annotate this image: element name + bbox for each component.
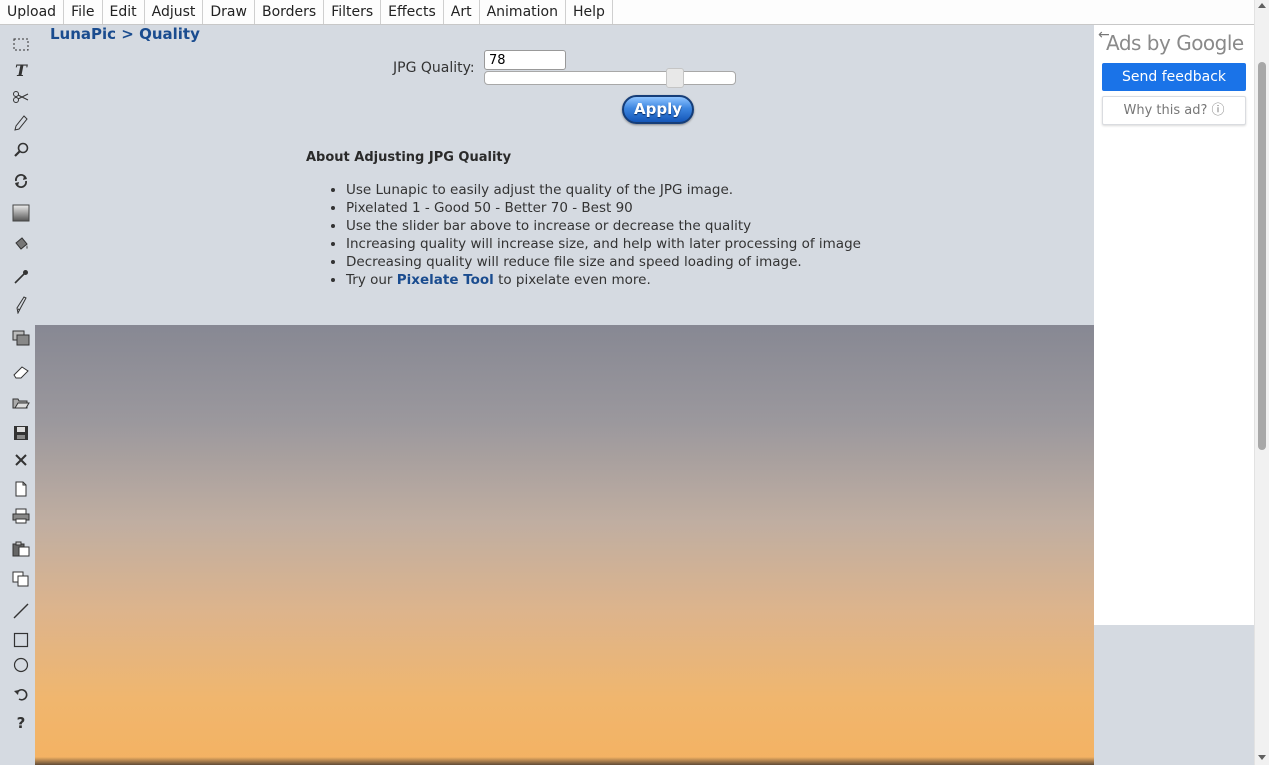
menu-borders[interactable]: Borders bbox=[255, 0, 325, 24]
copy-icon[interactable] bbox=[9, 567, 33, 591]
list-item: Use the slider bar above to increase or … bbox=[346, 217, 861, 235]
menu-draw[interactable]: Draw bbox=[203, 0, 255, 24]
layers-icon[interactable] bbox=[9, 326, 33, 350]
menu-help[interactable]: Help bbox=[566, 0, 613, 24]
zoom-icon[interactable] bbox=[9, 138, 33, 162]
scroll-up-arrow-icon[interactable] bbox=[1258, 3, 1266, 8]
menu-file[interactable]: File bbox=[64, 0, 103, 24]
list-item: Increasing quality will increase size, a… bbox=[346, 235, 861, 253]
brush-icon[interactable] bbox=[9, 293, 33, 317]
new-page-icon[interactable] bbox=[9, 477, 33, 501]
line-icon[interactable] bbox=[9, 599, 33, 623]
scroll-down-arrow-icon[interactable] bbox=[1258, 755, 1266, 760]
menu-effects[interactable]: Effects bbox=[381, 0, 444, 24]
apply-button[interactable]: Apply bbox=[622, 95, 694, 124]
about-list: Use Lunapic to easily adjust the quality… bbox=[306, 181, 861, 289]
eyedropper-icon[interactable] bbox=[9, 265, 33, 289]
select-rectangle-icon[interactable] bbox=[9, 33, 33, 57]
svg-text:T: T bbox=[15, 62, 28, 78]
scissors-icon[interactable] bbox=[9, 85, 33, 109]
jpg-quality-input[interactable] bbox=[484, 50, 566, 70]
menu-filters[interactable]: Filters bbox=[324, 0, 382, 24]
circle-icon[interactable] bbox=[9, 653, 33, 677]
menu-art[interactable]: Art bbox=[444, 0, 480, 24]
print-icon[interactable] bbox=[9, 504, 33, 528]
close-icon[interactable] bbox=[9, 448, 33, 472]
menu-adjust[interactable]: Adjust bbox=[145, 0, 204, 24]
menu-upload[interactable]: Upload bbox=[0, 0, 65, 24]
image-horizon bbox=[35, 757, 1094, 765]
right-panel-background bbox=[1094, 625, 1254, 765]
help-icon[interactable]: ? bbox=[9, 711, 33, 735]
gradient-icon[interactable] bbox=[9, 201, 33, 225]
list-item: Try our Pixelate Tool to pixelate even m… bbox=[346, 271, 861, 289]
rectangle-icon[interactable] bbox=[9, 628, 33, 652]
quality-slider[interactable] bbox=[484, 68, 736, 88]
list-item: Decreasing quality will reduce file size… bbox=[346, 253, 861, 271]
list-item-prefix: Try our bbox=[346, 272, 397, 288]
pixelate-tool-link[interactable]: Pixelate Tool bbox=[397, 272, 494, 288]
why-this-ad-button[interactable]: Why this ad? ⓘ bbox=[1102, 96, 1246, 125]
send-feedback-button[interactable]: Send feedback bbox=[1102, 63, 1246, 91]
image-canvas[interactable] bbox=[35, 325, 1094, 765]
list-item: Pixelated 1 - Good 50 - Better 70 - Best… bbox=[346, 199, 861, 217]
menu-edit[interactable]: Edit bbox=[103, 0, 145, 24]
help-glyph: ? bbox=[16, 714, 26, 732]
ad-panel: ← Ads by Google Send feedback Why this a… bbox=[1094, 25, 1254, 625]
eraser-icon[interactable] bbox=[9, 360, 33, 384]
list-item: Use Lunapic to easily adjust the quality… bbox=[346, 181, 861, 199]
undo-icon[interactable] bbox=[9, 682, 33, 706]
tool-sidebar: T ? bbox=[0, 25, 35, 765]
pencil-icon[interactable] bbox=[9, 111, 33, 135]
scrollbar-thumb[interactable] bbox=[1258, 62, 1266, 450]
jpg-quality-label: JPG Quality: bbox=[393, 60, 475, 76]
save-icon[interactable] bbox=[9, 421, 33, 445]
list-item-suffix: to pixelate even more. bbox=[493, 272, 651, 288]
page-scrollbar[interactable] bbox=[1254, 0, 1269, 765]
breadcrumb[interactable]: LunaPic > Quality bbox=[50, 25, 200, 43]
open-folder-icon[interactable] bbox=[9, 391, 33, 415]
about-heading: About Adjusting JPG Quality bbox=[306, 150, 512, 165]
menu-bar: Upload File Edit Adjust Draw Borders Fil… bbox=[0, 0, 1254, 25]
menu-animation[interactable]: Animation bbox=[480, 0, 566, 24]
text-icon[interactable]: T bbox=[9, 58, 33, 82]
ads-by-google-label: Ads by Google bbox=[1106, 31, 1244, 55]
paste-icon[interactable] bbox=[9, 537, 33, 561]
paint-bucket-icon[interactable] bbox=[9, 232, 33, 256]
quality-slider-thumb[interactable] bbox=[666, 68, 684, 88]
rotate-icon[interactable] bbox=[9, 169, 33, 193]
